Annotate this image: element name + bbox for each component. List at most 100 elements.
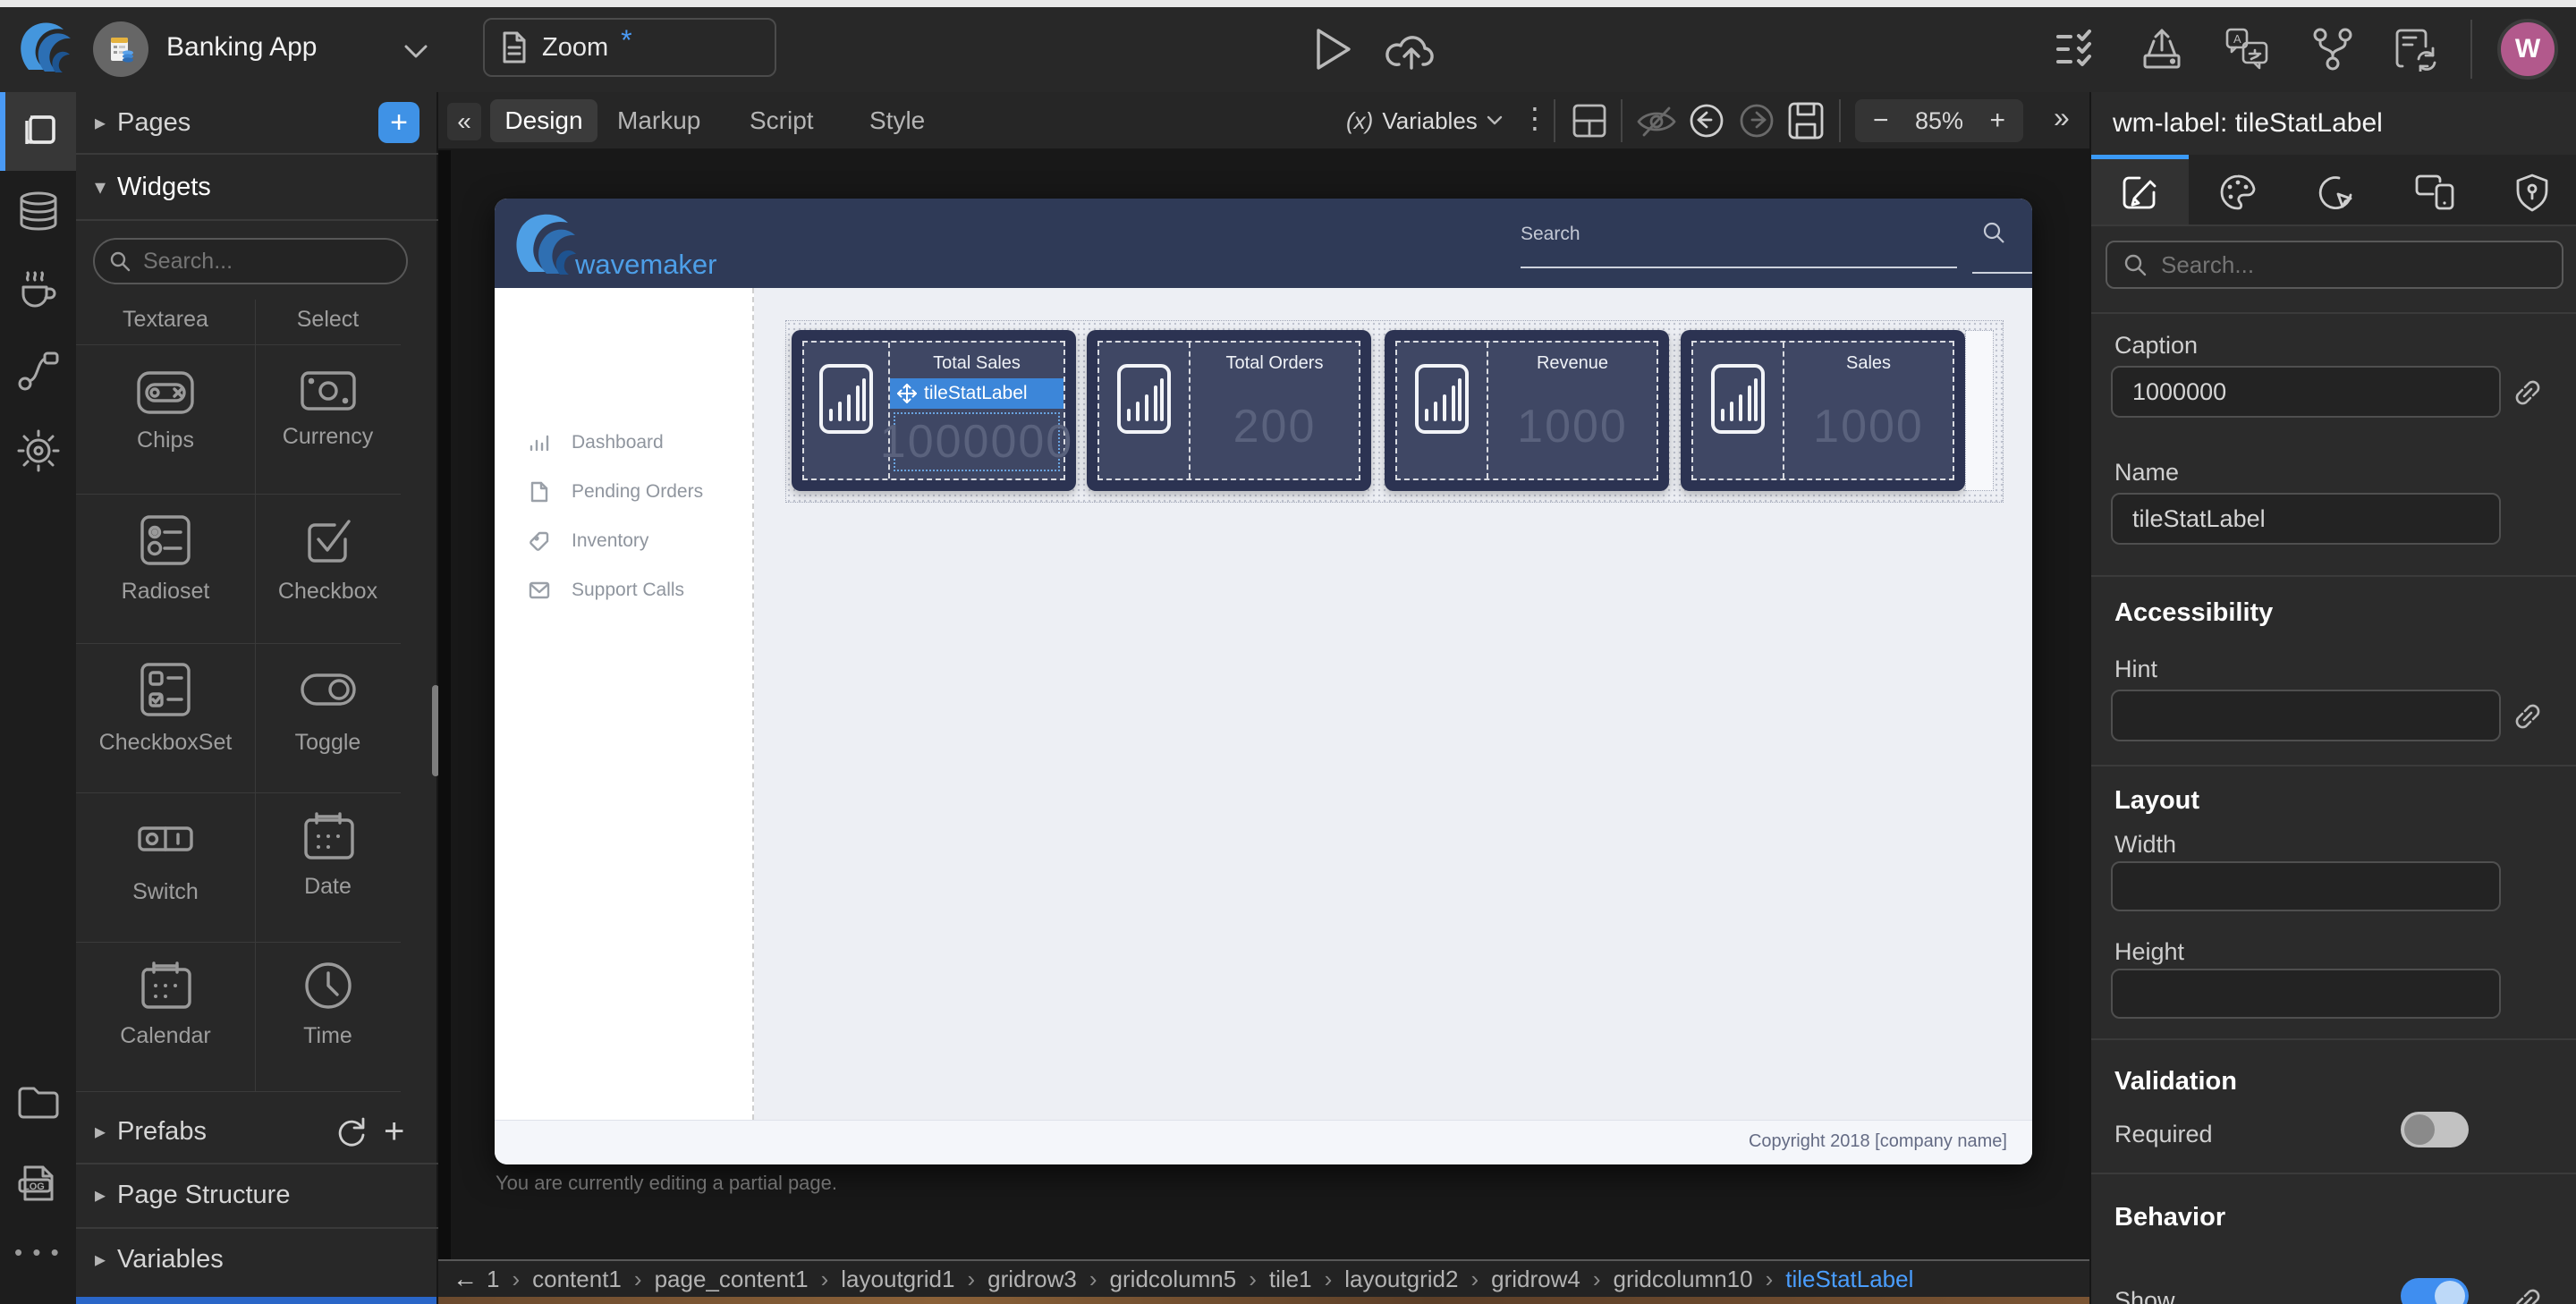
breadcrumb-item[interactable]: gridrow4: [1491, 1266, 1580, 1293]
app-header[interactable]: wavemaker Search: [495, 199, 2032, 288]
file-sync-icon[interactable]: [2394, 27, 2440, 72]
nav-item-pending-orders[interactable]: Pending Orders: [529, 478, 703, 505]
breadcrumb-back-icon[interactable]: ←: [453, 1265, 478, 1293]
settings-gear-icon[interactable]: [16, 428, 61, 473]
more-menu-icon[interactable]: ⋮: [1521, 101, 1549, 135]
nav-item-inventory[interactable]: Inventory: [529, 528, 648, 555]
zoom-out-button[interactable]: −: [1873, 106, 1889, 136]
project-icon[interactable]: [93, 21, 148, 77]
add-prefab-icon[interactable]: +: [384, 1112, 404, 1152]
nav-item-dashboard[interactable]: Dashboard: [529, 429, 664, 456]
breadcrumb-item[interactable]: gridrow3: [987, 1266, 1077, 1293]
breadcrumb-item[interactable]: content1: [532, 1266, 622, 1293]
tab-styles-palette-icon[interactable]: [2218, 173, 2258, 212]
collapse-panel-button[interactable]: «: [447, 103, 481, 140]
width-input[interactable]: [2111, 861, 2501, 911]
widget-search[interactable]: [93, 238, 408, 284]
expand-right-button[interactable]: »: [2054, 101, 2070, 134]
breadcrumb-item[interactable]: 1: [487, 1266, 499, 1293]
tab-script[interactable]: Script: [750, 106, 814, 135]
bind-show-icon[interactable]: [2510, 1283, 2546, 1304]
variables-dropdown[interactable]: (x) Variables: [1346, 103, 1503, 139]
refresh-prefabs-icon[interactable]: [334, 1115, 368, 1149]
properties-search-input[interactable]: [2159, 250, 2538, 280]
widget-currency[interactable]: Currency: [255, 345, 401, 494]
widget-checkboxset[interactable]: CheckboxSet: [76, 644, 255, 792]
cloud-upload-button[interactable]: [1385, 29, 1438, 72]
tile-total-sales[interactable]: Total Sales tileStatLabel 1000000: [792, 330, 1076, 491]
layout-grid-row[interactable]: Total Sales tileStatLabel 1000000: [785, 320, 2004, 503]
app-search-placeholder[interactable]: Search: [1521, 224, 1580, 245]
widget-time[interactable]: Time: [255, 943, 401, 1091]
tile-total-orders[interactable]: Total Orders 200: [1087, 330, 1371, 491]
widget-date[interactable]: Date: [255, 793, 401, 942]
tab-interactions-icon[interactable]: [2317, 173, 2356, 212]
widget-radioset[interactable]: Radioset: [76, 495, 255, 643]
tile-value[interactable]: 1000000: [894, 412, 1060, 471]
breadcrumb-item[interactable]: layoutgrid1: [841, 1266, 954, 1293]
widget-switch[interactable]: Switch: [76, 793, 255, 942]
hide-outlines-icon[interactable]: [1635, 105, 1678, 139]
nav-item-support-calls[interactable]: Support Calls: [529, 577, 684, 604]
page-structure-section-header[interactable]: ▸ Page Structure: [76, 1163, 438, 1227]
breadcrumb-item[interactable]: page_content1: [655, 1266, 809, 1293]
more-options-icon[interactable]: • • •: [14, 1239, 61, 1266]
hint-input[interactable]: [2111, 690, 2501, 741]
bind-caption-icon[interactable]: [2510, 375, 2546, 411]
breadcrumb-item[interactable]: gridcolumn5: [1110, 1266, 1237, 1293]
undo-icon[interactable]: [1687, 101, 1726, 140]
widget-chips[interactable]: Chips: [76, 345, 255, 494]
java-services-icon[interactable]: [16, 269, 61, 312]
widget-checkbox[interactable]: Checkbox: [255, 495, 401, 643]
project-name[interactable]: Banking App: [166, 32, 317, 63]
show-toggle[interactable]: [2401, 1278, 2469, 1304]
tile-revenue[interactable]: Revenue 1000: [1385, 330, 1669, 491]
required-toggle[interactable]: [2401, 1112, 2469, 1147]
rail-item-pages[interactable]: [0, 92, 76, 171]
zoom-in-button[interactable]: +: [1989, 106, 2005, 136]
name-input[interactable]: [2111, 493, 2501, 545]
widget-search-input[interactable]: [141, 248, 377, 275]
breadcrumb-item[interactable]: tile1: [1269, 1266, 1312, 1293]
tab-style[interactable]: Style: [869, 106, 925, 135]
tile-value[interactable]: 1000: [1517, 374, 1628, 478]
app-sidebar[interactable]: Dashboard Pending Orders Inventory Suppo…: [495, 288, 754, 1120]
variables-section-header[interactable]: ▸ Variables: [76, 1227, 438, 1291]
run-button[interactable]: [1313, 27, 1354, 72]
tab-markup[interactable]: Markup: [617, 106, 700, 135]
tab-properties[interactable]: [2091, 155, 2189, 224]
layout-grid-icon[interactable]: [1572, 103, 1607, 139]
tab-security-icon[interactable]: [2513, 173, 2551, 214]
add-page-button[interactable]: +: [378, 102, 419, 143]
translate-icon[interactable]: A: [2224, 27, 2270, 72]
apis-icon[interactable]: [16, 350, 61, 393]
bind-hint-icon[interactable]: [2510, 699, 2546, 734]
widgets-section-header[interactable]: ▾ Widgets: [76, 155, 438, 219]
wavemaker-logo-icon[interactable]: [14, 18, 75, 79]
selected-widget-bar[interactable]: tileStatLabel: [890, 378, 1063, 409]
page-selector[interactable]: Zoom *: [483, 18, 776, 77]
breadcrumb-item[interactable]: layoutgrid2: [1344, 1266, 1458, 1293]
tile-value[interactable]: 1000: [1813, 374, 1924, 478]
height-input[interactable]: [2111, 969, 2501, 1019]
caption-input[interactable]: [2111, 366, 2501, 418]
tab-design[interactable]: Design: [490, 99, 597, 142]
widget-textarea[interactable]: Textarea: [76, 307, 255, 333]
save-icon[interactable]: [1787, 101, 1825, 140]
tab-devices-icon[interactable]: [2413, 173, 2456, 212]
redo-icon[interactable]: [1737, 101, 1776, 140]
widget-calendar[interactable]: Calendar: [76, 943, 255, 1091]
app-search-icon[interactable]: [1981, 220, 2006, 245]
checklist-icon[interactable]: [2055, 29, 2100, 72]
properties-search[interactable]: [2106, 241, 2563, 289]
export-icon[interactable]: [2140, 27, 2184, 72]
logs-icon[interactable]: LOG: [16, 1162, 61, 1205]
widget-toggle[interactable]: Toggle: [255, 644, 401, 792]
database-icon[interactable]: [17, 191, 60, 232]
design-canvas-page[interactable]: wavemaker Search Dashboard Pending Order…: [495, 199, 2032, 1164]
breadcrumb-item[interactable]: gridcolumn10: [1614, 1266, 1753, 1293]
file-explorer-icon[interactable]: [16, 1083, 61, 1121]
tile-value[interactable]: 200: [1233, 374, 1317, 478]
breadcrumb-item-active[interactable]: tileStatLabel: [1785, 1266, 1913, 1293]
avatar[interactable]: W: [2497, 19, 2558, 80]
